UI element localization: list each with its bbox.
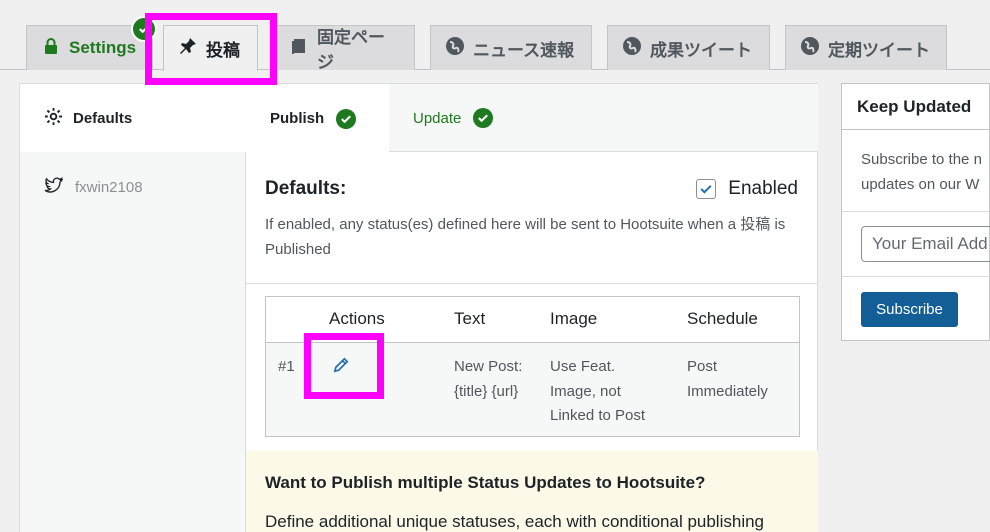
enabled-label: Enabled xyxy=(728,178,798,199)
defaults-label: Defaults xyxy=(73,109,133,127)
tab-scheduled-tweet[interactable]: 定期ツイート xyxy=(785,25,947,70)
col-schedule: Schedule xyxy=(687,309,758,328)
tab-pages[interactable]: 固定ページ xyxy=(274,25,415,72)
divider xyxy=(246,283,818,284)
tab-result-tweet[interactable]: 成果ツイート xyxy=(607,25,770,70)
tab-scheduled-tweet-label: 定期ツイート xyxy=(828,40,930,60)
account-sidebar: Defaults fxwin2108 xyxy=(20,84,246,532)
promo-heading: Want to Publish multiple Status Updates … xyxy=(265,473,706,492)
check-icon xyxy=(473,108,494,128)
section-description: If enabled, any status(es) defined here … xyxy=(265,216,786,258)
tab-posts-label: 投稿 xyxy=(206,41,240,60)
row-text: New Post: {title} {url} xyxy=(454,358,523,400)
row-schedule: Post Immediately xyxy=(687,358,768,400)
tab-breaking-news[interactable]: ニュース速報 xyxy=(430,25,592,70)
keep-updated-box: Keep Updated Subscribe to the n updates … xyxy=(841,83,990,341)
twitter-icon xyxy=(44,176,64,199)
tab-publish[interactable]: Publish xyxy=(246,84,389,153)
publish-label: Publish xyxy=(270,110,325,127)
tab-pages-label: 固定ページ xyxy=(317,28,385,72)
account-item[interactable]: fxwin2108 xyxy=(20,152,245,199)
divider xyxy=(842,276,990,277)
subscribe-button[interactable]: Subscribe xyxy=(861,292,958,327)
check-icon xyxy=(336,108,357,129)
globe-icon xyxy=(800,36,820,61)
tab-breaking-news-label: ニュース速報 xyxy=(473,40,575,60)
check-badge-icon xyxy=(131,16,157,42)
upgrade-promo: Want to Publish multiple Status Updates … xyxy=(246,451,818,532)
tab-update[interactable]: Update xyxy=(389,84,529,152)
tab-bar: Settings 投稿 固定ページ ニュース速報 成果ツイート 定期ツイート xyxy=(0,0,990,72)
update-label: Update xyxy=(413,109,462,127)
col-image: Image xyxy=(550,309,598,328)
account-name: fxwin2108 xyxy=(75,179,143,196)
enabled-toggle[interactable]: Enabled xyxy=(696,178,798,200)
pushpin-icon xyxy=(178,36,198,61)
section-title: Defaults: xyxy=(265,178,347,199)
enabled-checkbox[interactable] xyxy=(696,179,717,199)
row-index: #1 xyxy=(278,358,295,375)
tab-result-tweet-label: 成果ツイート xyxy=(650,40,752,60)
keep-updated-title: Keep Updated xyxy=(842,84,989,130)
table-row: #1 New Post: {title} {url} Use Feat. Ima… xyxy=(266,343,799,436)
promo-text: Define additional unique statuses, each … xyxy=(265,512,765,531)
keep-updated-text: Subscribe to the n updates on our W xyxy=(842,130,989,212)
email-input[interactable]: Your Email Add xyxy=(861,226,990,262)
globe-icon xyxy=(445,36,465,61)
tab-posts[interactable]: 投稿 xyxy=(163,25,258,71)
lock-icon xyxy=(41,36,61,61)
defaults-item[interactable]: Defaults xyxy=(20,84,246,152)
col-text: Text xyxy=(454,309,486,328)
globe-icon xyxy=(622,36,642,61)
status-table: Actions Text Image Schedule #1 New Post:… xyxy=(265,296,800,437)
edit-pencil-icon[interactable] xyxy=(332,355,351,379)
col-actions: Actions xyxy=(329,309,385,328)
row-image: Use Feat. Image, not Linked to Post xyxy=(550,358,646,424)
status-tabs: Publish Update xyxy=(246,84,818,153)
table-header: Actions Text Image Schedule xyxy=(266,297,799,343)
gear-icon xyxy=(44,107,63,130)
page-icon xyxy=(289,36,309,61)
tab-settings-label: Settings xyxy=(69,38,137,57)
main-panel: Defaults fxwin2108 Publish Update Defaul… xyxy=(19,83,818,532)
